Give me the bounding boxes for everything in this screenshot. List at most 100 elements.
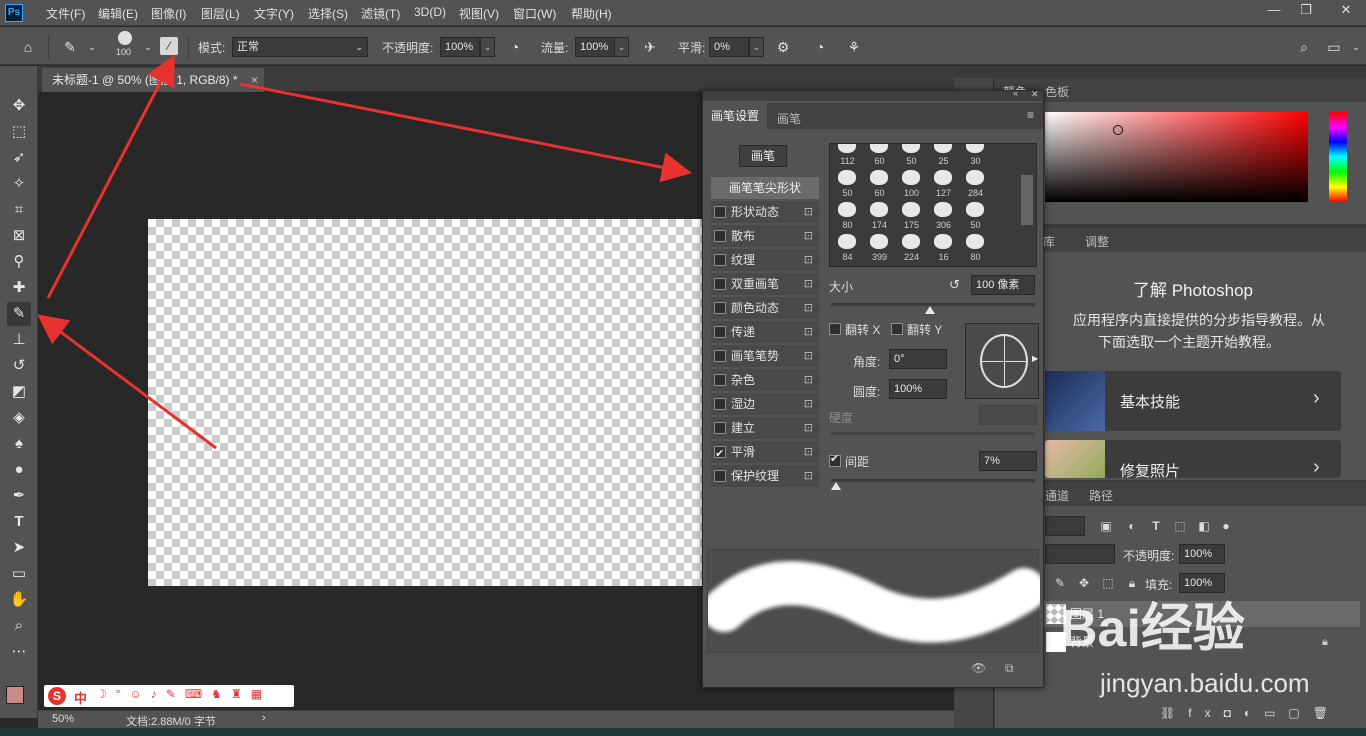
brush-tip-preset[interactable]: 174 xyxy=(864,200,895,231)
brush-tip-preset[interactable]: 60 xyxy=(864,144,895,167)
layer-row-layer1[interactable]: 图层 1 xyxy=(994,601,1360,627)
brush-tip-preset[interactable]: 80 xyxy=(960,232,991,263)
tab-brushes[interactable]: 画笔 xyxy=(777,110,801,127)
layer-fill-input[interactable]: 100% xyxy=(1179,573,1225,593)
color-picker-cursor[interactable] xyxy=(1113,125,1123,135)
crop-tool-icon[interactable]: ⌗ xyxy=(7,198,31,222)
menu-filter[interactable]: 滤镜(T) xyxy=(361,5,400,22)
search-icon[interactable]: ⌕ xyxy=(1294,37,1314,57)
pen-tool-icon[interactable]: ✒ xyxy=(7,484,31,508)
tip-grid-scrollbar[interactable] xyxy=(1021,175,1033,225)
menu-select[interactable]: 选择(S) xyxy=(308,5,348,22)
brush-option-row[interactable]: 平滑 ⊡ xyxy=(711,441,819,465)
brush-tip-preset[interactable]: 30 xyxy=(960,144,991,167)
collapse-icon[interactable]: « xyxy=(1013,88,1018,98)
brush-tool-icon[interactable]: ✎ xyxy=(7,302,31,326)
hue-slider[interactable] xyxy=(1329,112,1347,202)
paint-bucket-tool-icon[interactable]: ◈ xyxy=(7,406,31,430)
more-tools-icon[interactable]: ⋯ xyxy=(7,640,31,664)
brush-option-checkbox[interactable] xyxy=(714,302,726,314)
brush-tip-preset[interactable]: 80 xyxy=(832,200,863,231)
brush-tip-grid[interactable]: 112 60 50 25 30 50 60 100 127 284 80 174 175 306 50 84 3… xyxy=(829,143,1037,267)
brush-option-row[interactable]: 湿边 ⊡ xyxy=(711,393,819,415)
tab-paths[interactable]: 路径 xyxy=(1089,487,1113,504)
brush-size-picker[interactable]: 100 xyxy=(114,31,136,61)
lock-icon[interactable]: ⊡ xyxy=(804,441,813,463)
layer-name[interactable]: 图层 1 xyxy=(1070,601,1104,627)
gear-icon[interactable]: ⚙ xyxy=(773,37,793,57)
zoom-level[interactable]: 50% xyxy=(52,713,74,725)
layer-actions-icons[interactable]: ⛓fx◘◐▭▢🗑︎ xyxy=(1160,706,1350,724)
tab-channels[interactable]: 通道 xyxy=(1045,487,1069,504)
angle-input[interactable]: 0° xyxy=(889,349,947,369)
brush-option-checkbox[interactable] xyxy=(714,422,726,434)
filter-adjustment-icon[interactable]: ◐ xyxy=(1123,517,1141,535)
spacing-checkbox[interactable]: ✔ xyxy=(829,453,841,467)
brush-option-row[interactable]: 形状动态 ⊡ xyxy=(711,201,819,223)
document-tab[interactable]: 未标题-1 @ 50% (图层 1, RGB/8) * × xyxy=(42,68,264,92)
menu-image[interactable]: 图像(I) xyxy=(151,5,186,22)
close-window-button[interactable]: ✕ xyxy=(1326,0,1366,22)
brush-option-row[interactable]: 传递 ⊡ xyxy=(711,321,819,343)
spacing-input[interactable]: 7% xyxy=(979,451,1037,471)
canvas-transparent-layer[interactable] xyxy=(148,219,708,586)
stamp-tool-icon[interactable]: ⊥ xyxy=(7,328,31,352)
filter-shape-icon[interactable]: ⬚ xyxy=(1171,517,1189,535)
brush-option-checkbox[interactable] xyxy=(714,398,726,410)
brush-option-checkbox[interactable] xyxy=(714,443,726,465)
lock-icon[interactable]: ⊡ xyxy=(804,201,813,223)
brush-option-checkbox[interactable] xyxy=(714,230,726,242)
brush-option-checkbox[interactable] xyxy=(714,350,726,362)
layer-opacity-input[interactable]: 100% xyxy=(1179,544,1225,564)
frame-tool-icon[interactable]: ⊠ xyxy=(7,224,31,248)
menu-type[interactable]: 文字(Y) xyxy=(254,5,294,22)
brush-tip-preset[interactable]: 60 xyxy=(864,168,895,199)
brush-option-checkbox[interactable] xyxy=(714,326,726,338)
color-picker-field[interactable] xyxy=(1045,112,1308,202)
chevron-down-icon[interactable]: ⌄ xyxy=(1346,37,1366,57)
brush-option-checkbox[interactable] xyxy=(714,206,726,218)
brush-tip-preset[interactable]: 84 xyxy=(832,232,863,263)
brush-option-row[interactable]: 保护纹理 ⊡ xyxy=(711,465,819,487)
brush-option-row[interactable]: 纹理 ⊡ xyxy=(711,249,819,271)
lock-icon[interactable]: ⊡ xyxy=(804,297,813,319)
smoothing-dropdown[interactable]: ⌄ xyxy=(749,37,764,57)
status-menu-arrow-icon[interactable]: › xyxy=(262,712,266,724)
lock-brush-icon[interactable]: ✎ xyxy=(1051,574,1069,592)
airbrush-icon[interactable]: ✈ xyxy=(640,37,660,57)
eraser-tool-icon[interactable]: ◩ xyxy=(7,380,31,404)
pressure-opacity-icon[interactable]: ◔ xyxy=(505,37,525,57)
lasso-tool-icon[interactable]: ➶ xyxy=(7,146,31,170)
brush-option-row[interactable]: 建立 ⊡ xyxy=(711,417,819,439)
healing-brush-tool-icon[interactable]: ✚ xyxy=(7,276,31,300)
brush-tip-preset[interactable]: 399 xyxy=(864,232,895,263)
menu-view[interactable]: 视图(V) xyxy=(459,5,499,22)
tab-close-icon[interactable]: × xyxy=(251,68,258,92)
chevron-down-icon[interactable]: ⌄ xyxy=(138,37,158,57)
filter-toggle-icon[interactable]: ● xyxy=(1217,517,1235,535)
marquee-tool-icon[interactable]: ⬚ xyxy=(7,120,31,144)
brush-option-checkbox[interactable] xyxy=(714,278,726,290)
angle-handle-icon[interactable]: ▶ xyxy=(1032,354,1038,363)
mode-select[interactable]: 正常 ⌄ xyxy=(232,37,368,57)
dodge-tool-icon[interactable]: ● xyxy=(7,458,31,482)
blur-tool-icon[interactable]: ♠ xyxy=(7,432,31,456)
symmetry-icon[interactable]: ⚘ xyxy=(844,37,864,57)
layer-filter-select[interactable] xyxy=(1045,516,1085,536)
rectangle-tool-icon[interactable]: ▭ xyxy=(7,562,31,586)
brush-option-checkbox[interactable] xyxy=(714,470,726,482)
tutorial-card-basic-skills[interactable]: 基本技能 › xyxy=(1045,371,1341,431)
menu-window[interactable]: 窗口(W) xyxy=(513,5,556,22)
ime-tools-icon[interactable]: ☽°☺♪✎⌨♞♜▦ xyxy=(96,687,271,701)
foreground-color-swatch[interactable] xyxy=(6,686,24,704)
lock-icon[interactable]: ⊡ xyxy=(804,273,813,295)
opacity-dropdown[interactable]: ⌄ xyxy=(480,37,495,57)
filter-image-icon[interactable]: ▣ xyxy=(1097,517,1115,535)
brush-option-row[interactable]: 画笔笔势 ⊡ xyxy=(711,345,819,367)
toggle-live-tip-icon[interactable]: 👁︎ xyxy=(971,661,986,675)
pressure-size-icon[interactable]: ◔ xyxy=(810,37,830,57)
brush-tip-preset[interactable]: 50 xyxy=(896,144,927,167)
home-icon[interactable]: ⌂ xyxy=(18,37,38,57)
chevron-down-icon[interactable]: ⌄ xyxy=(82,37,102,57)
filter-smart-object-icon[interactable]: ◧ xyxy=(1195,517,1213,535)
